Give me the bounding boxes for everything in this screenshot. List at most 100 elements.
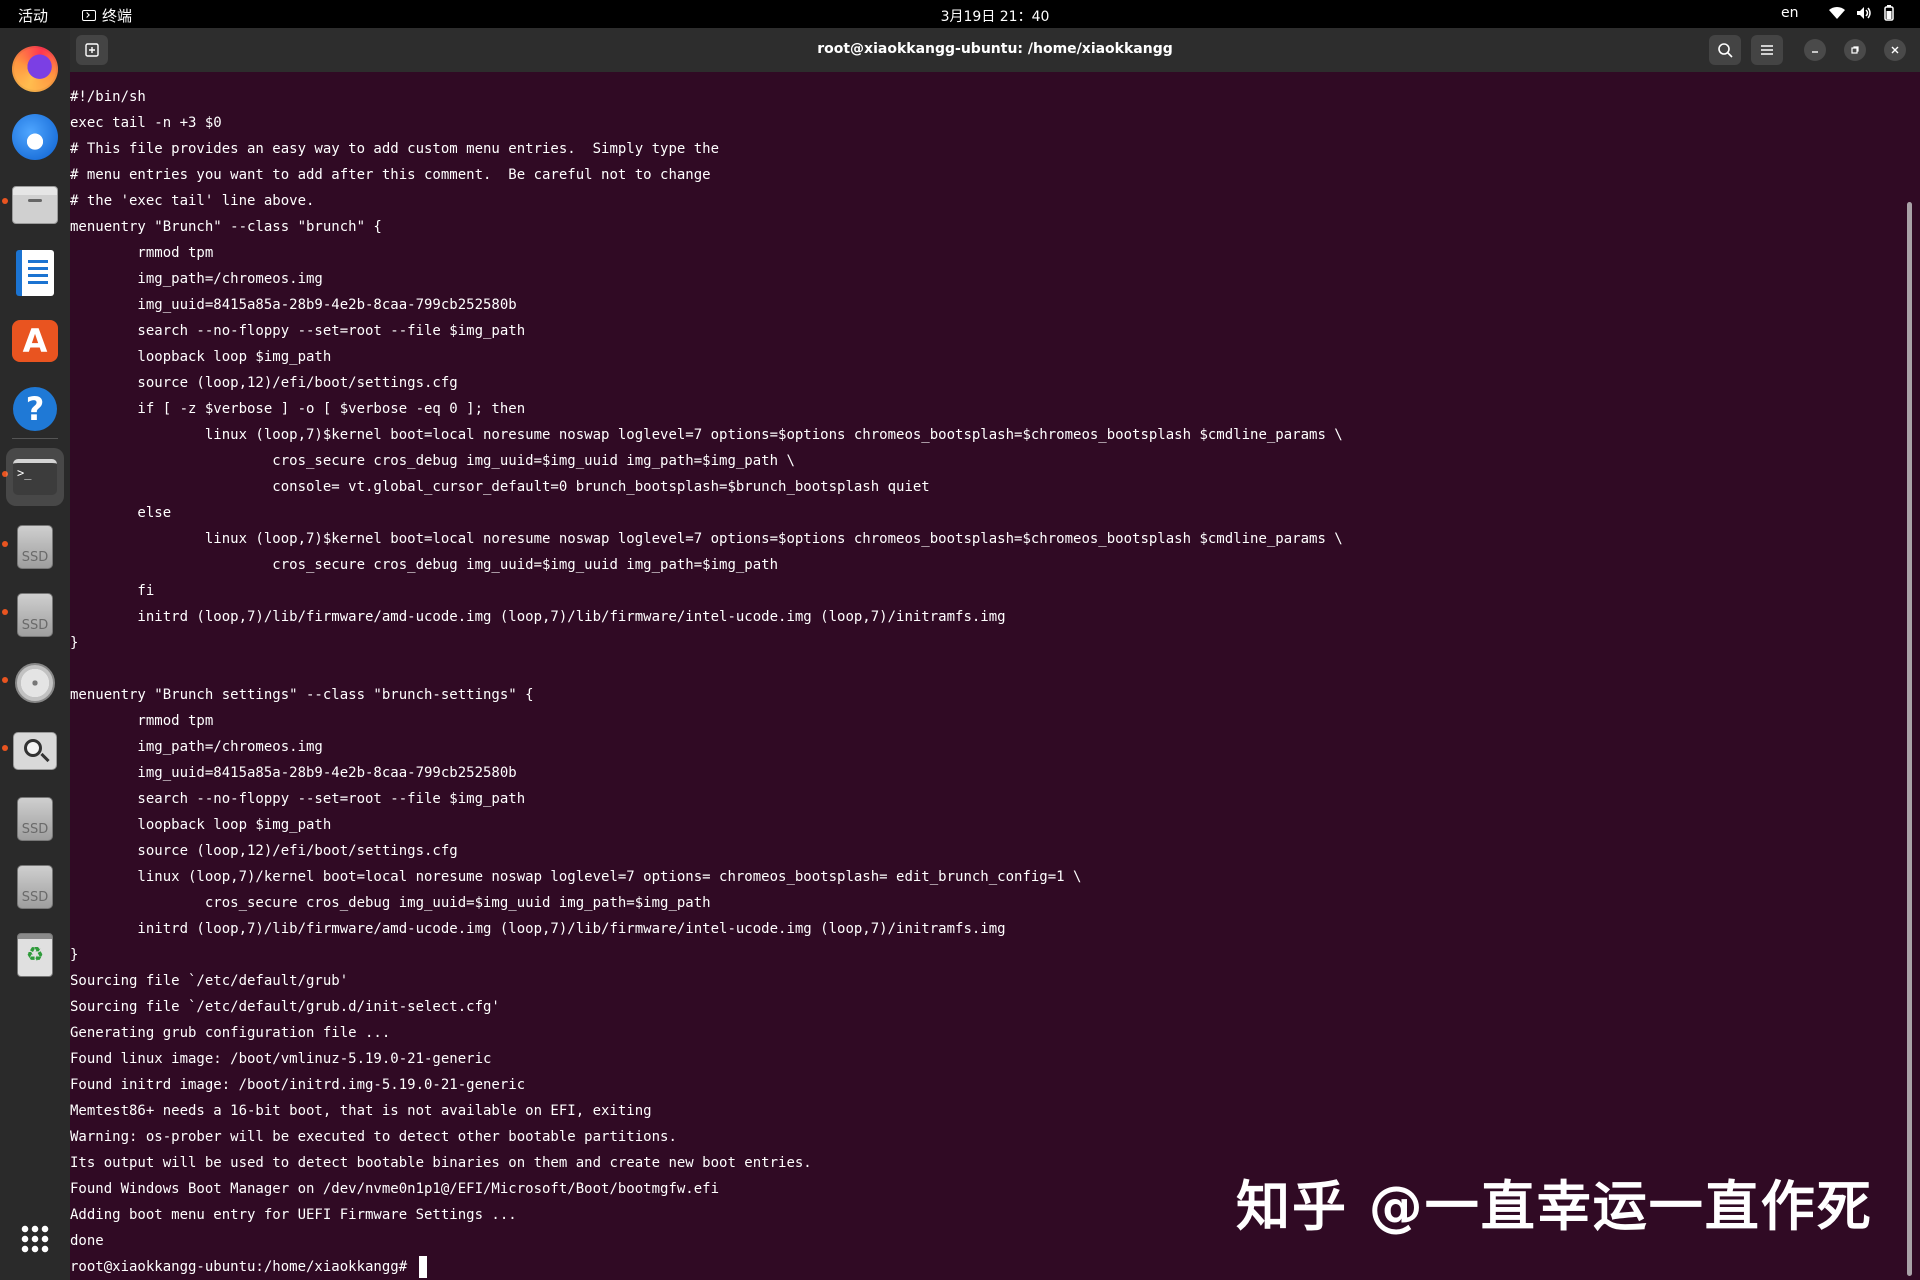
restore-icon: [1851, 46, 1859, 54]
wifi-icon: [1828, 6, 1846, 20]
help-icon: ?: [13, 387, 57, 431]
maximize-button[interactable]: [1844, 39, 1866, 61]
terminal-line: img_uuid=8415a85a-28b9-4e2b-8caa-799cb25…: [70, 765, 517, 781]
terminal-line: img_path=/chromeos.img: [70, 739, 323, 755]
ssd-drive-icon: SSD: [17, 865, 53, 909]
ssd-drive-icon: SSD: [17, 593, 53, 637]
dock-ssd-drive-3[interactable]: SSD: [6, 790, 64, 848]
dock-firefox[interactable]: [6, 40, 64, 98]
terminal-line: Sourcing file `/etc/default/grub.d/init-…: [70, 999, 500, 1015]
search-button[interactable]: [1709, 35, 1741, 65]
terminal-line: Found Windows Boot Manager on /dev/nvme0…: [70, 1181, 720, 1197]
terminal-line: else: [70, 505, 172, 521]
terminal-line: Its output will be used to detect bootab…: [70, 1155, 812, 1171]
shell-prompt: root@xiaokkangg-ubuntu:/home/xiaokkangg#: [70, 1259, 416, 1275]
terminal-line: initrd (loop,7)/lib/firmware/amd-ucode.i…: [70, 609, 1006, 625]
terminal-output[interactable]: #!/bin/sh exec tail -n +3 $0 # This file p…: [70, 72, 1900, 1280]
terminal-line: linux (loop,7)/kernel boot=local noresum…: [70, 869, 1082, 885]
search-icon: [1718, 43, 1733, 58]
files-icon: [12, 186, 58, 224]
terminal-line: search --no-floppy --set=root --file $im…: [70, 323, 526, 339]
dock-ssd-drive-2[interactable]: SSD: [6, 586, 64, 644]
system-menu[interactable]: [1828, 5, 1896, 21]
dock-separator: [12, 438, 58, 439]
firefox-icon: [12, 46, 58, 92]
minimize-button[interactable]: [1804, 39, 1826, 61]
terminal-line: exec tail -n +3 $0: [70, 115, 222, 131]
close-icon: [1891, 46, 1899, 54]
terminal-line: cros_secure cros_debug img_uuid=$img_uui…: [70, 895, 711, 911]
dock-terminal[interactable]: >_: [6, 448, 64, 506]
terminal-line: # menu entries you want to add after thi…: [70, 167, 711, 183]
clock[interactable]: 3月19日 21：40: [941, 9, 1050, 25]
dock-thunderbird[interactable]: [6, 108, 64, 166]
top-bar: 活动 终端 3月19日 21：40 en: [0, 0, 1920, 28]
terminal-line: #!/bin/sh: [70, 89, 146, 105]
window-title: root@xiaokkangg-ubuntu: /home/xiaokkangg: [817, 41, 1173, 57]
terminal-window: root@xiaokkangg-ubuntu: /home/xiaokkangg…: [70, 28, 1920, 1280]
terminal-line: done: [70, 1233, 104, 1249]
terminal-line: cros_secure cros_debug img_uuid=$img_uui…: [70, 453, 795, 469]
terminal-line: fi: [70, 583, 155, 599]
app-menu[interactable]: 终端: [82, 5, 132, 26]
thunderbird-icon: [12, 114, 58, 160]
dock-ssd-drive-4[interactable]: SSD: [6, 858, 64, 916]
terminal-line: linux (loop,7)$kernel boot=local noresum…: [70, 427, 1343, 443]
terminal-line: Adding boot menu entry for UEFI Firmware…: [70, 1207, 517, 1223]
close-button[interactable]: [1884, 39, 1906, 61]
activities-button[interactable]: 活动: [18, 5, 48, 26]
menu-button[interactable]: [1751, 35, 1783, 65]
trash-icon: ♻: [17, 933, 53, 977]
terminal-line: Sourcing file `/etc/default/grub': [70, 973, 349, 989]
terminal-line: linux (loop,7)$kernel boot=local noresum…: [70, 531, 1343, 547]
terminal-line: img_uuid=8415a85a-28b9-4e2b-8caa-799cb25…: [70, 297, 517, 313]
ssd-drive-icon: SSD: [17, 525, 53, 569]
input-language-indicator[interactable]: en: [1781, 5, 1799, 21]
libreoffice-writer-icon: [16, 250, 54, 296]
terminal-line: rmmod tpm: [70, 713, 214, 729]
volume-icon: [1856, 6, 1872, 20]
ssd-drive-icon: SSD: [17, 797, 53, 841]
dock-help[interactable]: ?: [6, 380, 64, 438]
terminal-line: search --no-floppy --set=root --file $im…: [70, 791, 526, 807]
terminal-line: menuentry "Brunch" --class "brunch" {: [70, 219, 382, 235]
hamburger-menu-icon: [1761, 45, 1773, 55]
terminal-line: Generating grub configuration file ...: [70, 1025, 391, 1041]
scrollbar[interactable]: [1907, 202, 1912, 1276]
app-menu-label: 终端: [102, 7, 133, 25]
terminal-line: # the 'exec tail' line above.: [70, 193, 315, 209]
terminal-line: img_path=/chromeos.img: [70, 271, 323, 287]
dock-app-center[interactable]: A: [6, 312, 64, 370]
terminal-line: Warning: os-prober will be executed to d…: [70, 1129, 677, 1145]
terminal-line: }: [70, 635, 79, 651]
disk-search-icon: [13, 732, 57, 770]
show-apps-button[interactable]: [6, 1210, 64, 1268]
terminal-line: source (loop,12)/efi/boot/settings.cfg: [70, 375, 458, 391]
new-tab-button[interactable]: [76, 35, 108, 65]
terminal-line: rmmod tpm: [70, 245, 214, 261]
dock-disk[interactable]: [6, 654, 64, 712]
terminal-line: loopback loop $img_path: [70, 817, 332, 833]
dock: A ? >_ SSD SSD SSD SSD ♻: [0, 28, 70, 1280]
terminal-mini-icon: [82, 10, 96, 21]
app-grid-icon: [20, 1224, 50, 1254]
terminal-line: loopback loop $img_path: [70, 349, 332, 365]
watermark: 知乎 @一直幸运一直作死: [1236, 1175, 1873, 1238]
terminal-icon: >_: [13, 459, 57, 495]
disk-icon: [15, 663, 55, 703]
dock-files[interactable]: [6, 176, 64, 234]
terminal-line: }: [70, 947, 79, 963]
title-bar[interactable]: root@xiaokkangg-ubuntu: /home/xiaokkangg: [70, 28, 1920, 72]
dock-libreoffice-writer[interactable]: [6, 244, 64, 302]
dock-disk-usage[interactable]: [6, 722, 64, 780]
terminal-line: Found linux image: /boot/vmlinuz-5.19.0-…: [70, 1051, 492, 1067]
prompt-line[interactable]: root@xiaokkangg-ubuntu:/home/xiaokkangg#: [70, 1254, 427, 1280]
terminal-line: if [ -z $verbose ] -o [ $verbose -eq 0 ]…: [70, 401, 526, 417]
terminal-line: initrd (loop,7)/lib/firmware/amd-ucode.i…: [70, 921, 1006, 937]
terminal-line: menuentry "Brunch settings" --class "bru…: [70, 687, 534, 703]
text-cursor: [418, 1256, 427, 1278]
new-tab-icon: [85, 43, 99, 57]
dock-trash[interactable]: ♻: [6, 926, 64, 984]
dock-ssd-drive-1[interactable]: SSD: [6, 518, 64, 576]
minimize-icon: [1812, 51, 1818, 53]
